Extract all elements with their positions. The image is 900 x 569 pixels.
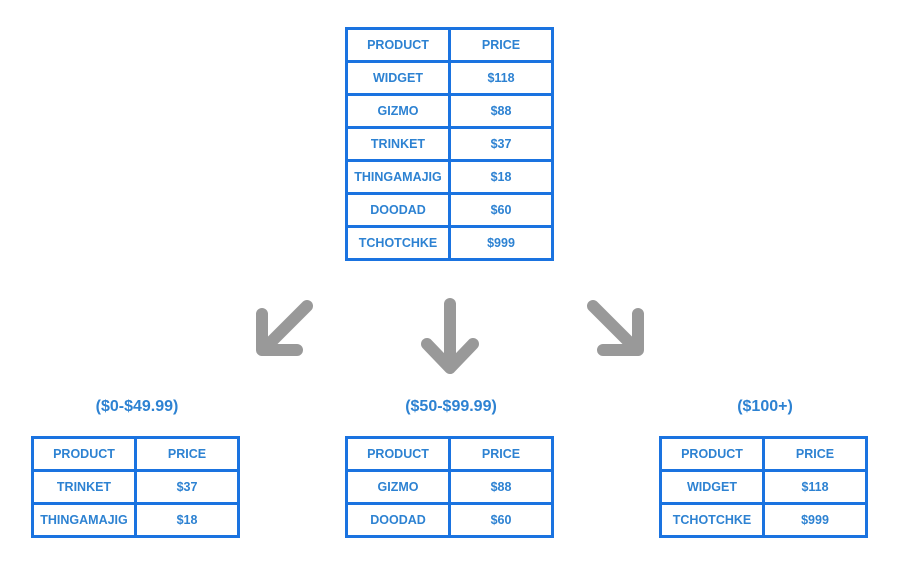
product-cell: THINGAMAJIG <box>31 502 137 538</box>
product-cell: WIDGET <box>659 469 765 505</box>
arrow-down-left-icon <box>256 300 313 356</box>
table-header-row: PRODUCT PRICE <box>345 436 554 472</box>
arrow-down-right-icon <box>587 300 644 356</box>
header-product: PRODUCT <box>659 436 765 472</box>
bucket-label-low: ($0-$49.99) <box>95 398 179 415</box>
header-price: PRICE <box>762 436 868 472</box>
table-row: THINGAMAJIG $18 <box>31 502 240 538</box>
price-cell: $18 <box>134 502 240 538</box>
product-cell: TRINKET <box>31 469 137 505</box>
table-row: TCHOTCHKE $999 <box>659 502 868 538</box>
price-cell: $999 <box>762 502 868 538</box>
table-row: DOODAD $60 <box>345 502 554 538</box>
bucket-table-low: PRODUCT PRICE TRINKET $37 THINGAMAJIG $1… <box>31 436 240 538</box>
price-cell: $118 <box>762 469 868 505</box>
header-price: PRICE <box>448 436 554 472</box>
header-price: PRICE <box>134 436 240 472</box>
table-row: TRINKET $37 <box>31 469 240 505</box>
product-cell: TCHOTCHKE <box>659 502 765 538</box>
bucket-label-high: ($100+) <box>737 398 793 415</box>
header-product: PRODUCT <box>345 436 451 472</box>
bucket-table-mid: PRODUCT PRICE GIZMO $88 DOODAD $60 <box>345 436 554 538</box>
arrow-down-icon <box>421 298 479 374</box>
table-header-row: PRODUCT PRICE <box>659 436 868 472</box>
price-cell: $60 <box>448 502 554 538</box>
table-header-row: PRODUCT PRICE <box>31 436 240 472</box>
product-cell: GIZMO <box>345 469 451 505</box>
table-row: WIDGET $118 <box>659 469 868 505</box>
product-cell: DOODAD <box>345 502 451 538</box>
price-cell: $88 <box>448 469 554 505</box>
bucket-label-mid: ($50-$99.99) <box>405 398 497 415</box>
table-row: GIZMO $88 <box>345 469 554 505</box>
price-cell: $37 <box>134 469 240 505</box>
header-product: PRODUCT <box>31 436 137 472</box>
bucket-table-high: PRODUCT PRICE WIDGET $118 TCHOTCHKE $999 <box>659 436 868 538</box>
